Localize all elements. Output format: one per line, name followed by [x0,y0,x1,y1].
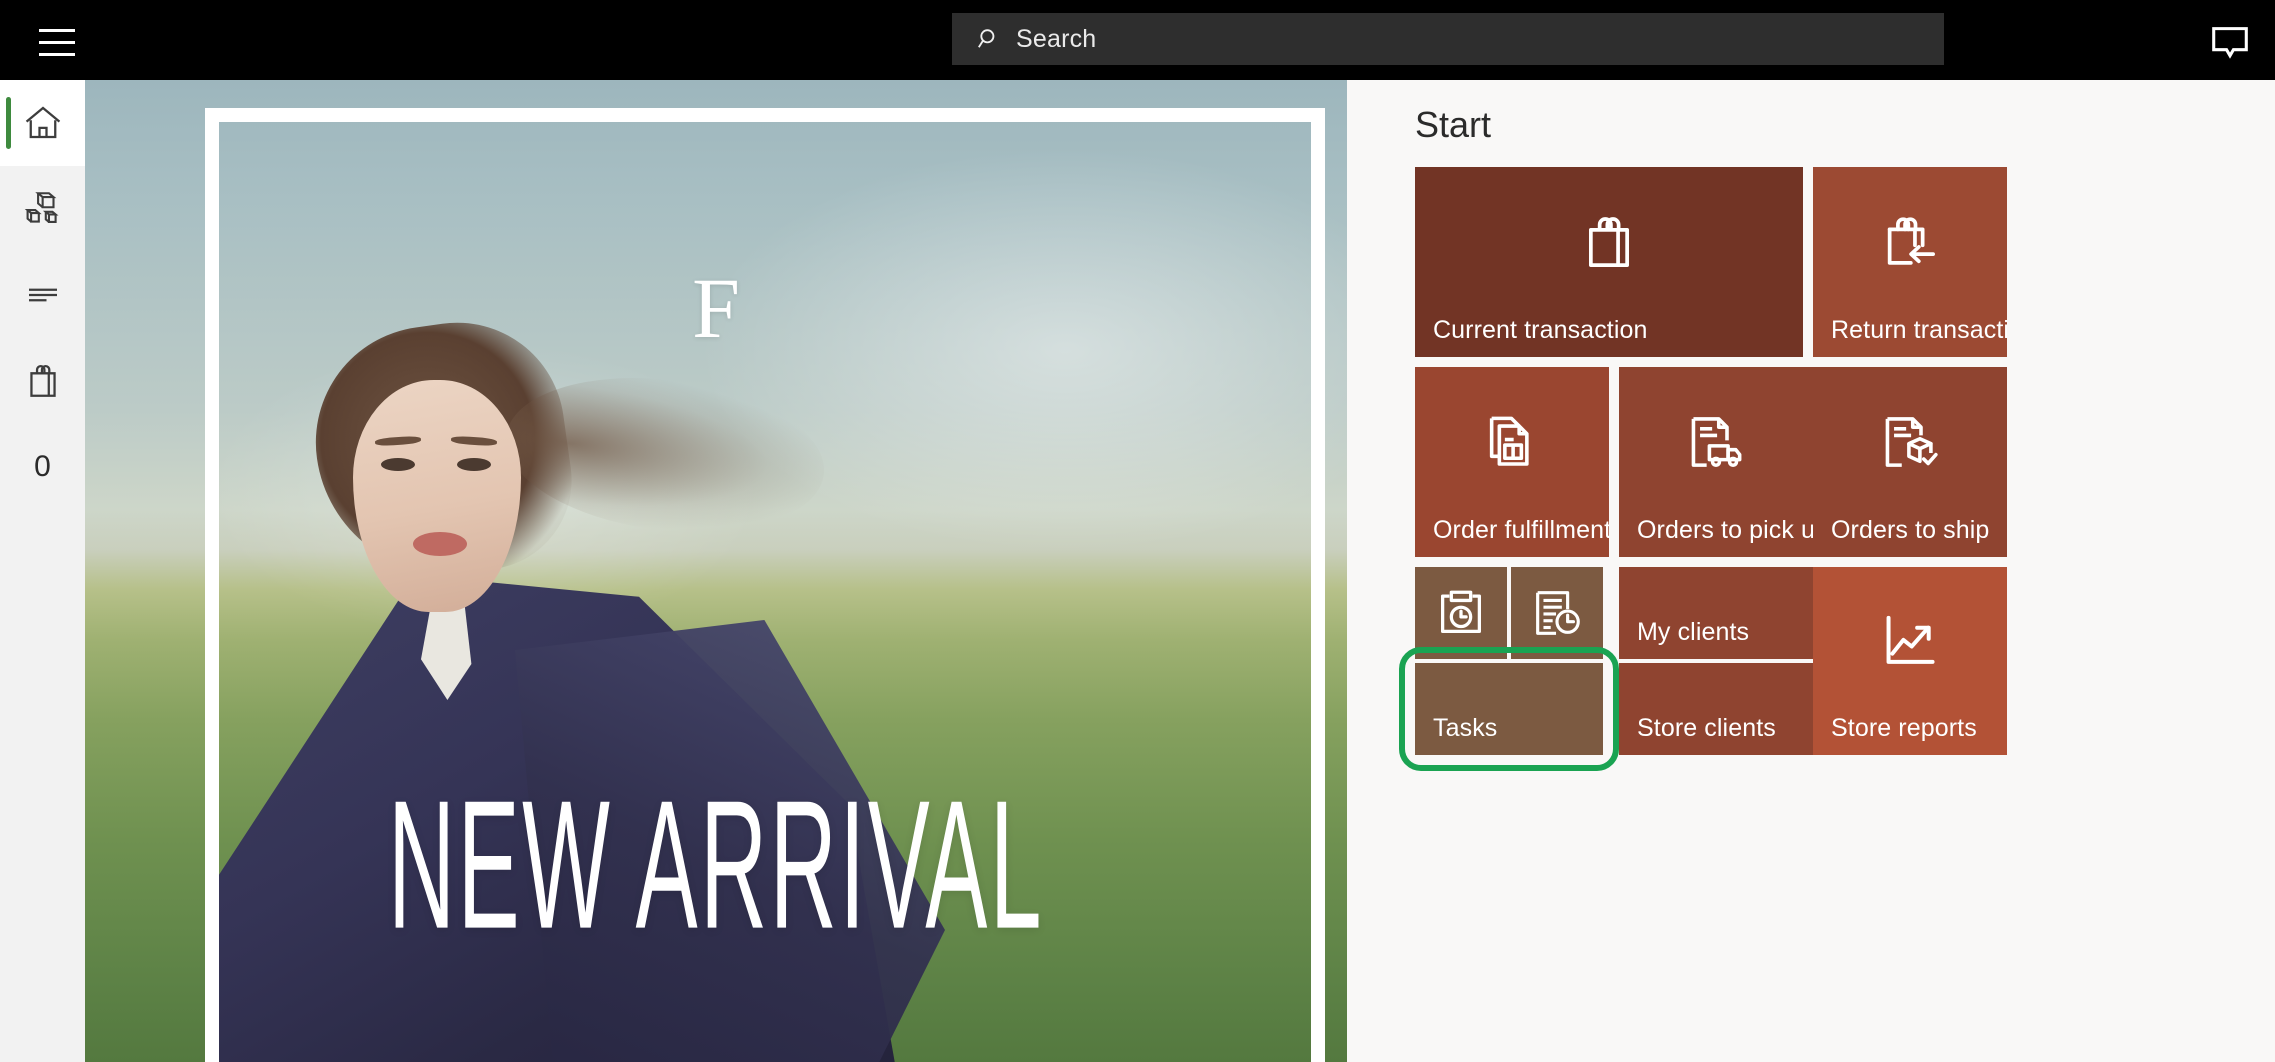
hamburger-line [39,40,75,44]
tile-label: Orders to pick up [1637,516,1813,544]
tile-label: Return transaction [1831,316,2007,344]
tile-label: Current transaction [1433,316,1648,344]
search-placeholder: Search [1016,24,1097,53]
search-input[interactable]: Search [952,13,1944,65]
tile-store-clients[interactable]: Store clients [1619,663,1813,755]
tile-timesheet-clock[interactable] [1511,567,1603,659]
top-bar: Search [0,0,2275,80]
tile-icon-wrapper [1813,367,2007,517]
hamburger-icon[interactable] [23,22,85,62]
tile-return-transaction[interactable]: Return transaction [1813,167,2007,357]
hamburger-line [39,52,75,56]
products-boxes-icon [24,192,59,223]
tile-icon-wrapper [1415,367,1609,517]
tile-label: My clients [1637,618,1750,646]
search-icon [978,29,995,48]
speech-bubble-glyph [2212,27,2248,59]
sidebar-item-list[interactable] [0,252,85,338]
documents-stack-icon [1479,409,1545,475]
sidebar-cart-count: 0 [0,424,85,510]
tile-order-fulfillment[interactable]: Order fulfillment [1415,367,1609,557]
tile-label: Store clients [1637,714,1776,742]
document-box-check-icon [1877,409,1943,475]
tile-icon-wrapper [1813,167,2007,317]
tile-tasks[interactable]: Tasks [1415,663,1603,755]
tile-icon-wrapper [1415,167,1803,317]
start-panel: Start Current transaction Return transact… [1347,80,2275,1062]
clipboard-clock-icon [1432,584,1490,642]
shopping-bag-icon [29,365,56,397]
speech-bubble-icon[interactable] [2207,20,2253,60]
tile-label: Order fulfillment [1433,516,1609,544]
trend-chart-icon [1877,608,1943,674]
promotional-hero-image: F NEW ARRIVAL [85,80,1347,1062]
shopping-bag-icon [1576,209,1642,275]
list-lines-icon [28,288,57,302]
tile-store-reports[interactable]: Store reports [1813,567,2007,755]
tile-label: Tasks [1433,714,1498,742]
bag-return-arrow-icon [1877,209,1943,275]
document-truck-icon [1683,409,1749,475]
tile-orders-to-pick-up[interactable]: Orders to pick up [1619,367,1813,557]
hamburger-line [39,28,75,32]
tile-icon-wrapper [1619,367,1813,517]
pos-start-screen: Search 0 F NEW ARRIVAL Start Current tra… [0,0,2275,1062]
cart-count-value: 0 [34,450,51,483]
timesheet-clock-icon [1528,584,1586,642]
tile-orders-to-ship[interactable]: Orders to ship [1813,367,2007,557]
sidebar-item-products[interactable] [0,166,85,252]
tile-label: Orders to ship [1831,516,1990,544]
tile-clipboard-clock[interactable] [1415,567,1507,659]
sidebar-item-cart[interactable] [0,338,85,424]
tile-icon-wrapper [1415,567,1507,659]
sidebar-item-home[interactable] [0,80,85,166]
home-icon [25,106,60,139]
tile-current-transaction[interactable]: Current transaction [1415,167,1803,357]
tile-label: Store reports [1831,714,1977,742]
tile-grid: Current transaction Return transaction Ord… [1399,167,2235,992]
page-title: Start [1415,104,1492,145]
brand-logo: F [692,260,740,356]
tile-icon-wrapper [1511,567,1603,659]
tile-my-clients[interactable]: My clients [1619,567,1813,659]
tile-icon-wrapper [1813,567,2007,715]
hero-headline: NEW ARRIVAL [387,761,1045,967]
left-navigation-rail: 0 [0,80,85,1062]
